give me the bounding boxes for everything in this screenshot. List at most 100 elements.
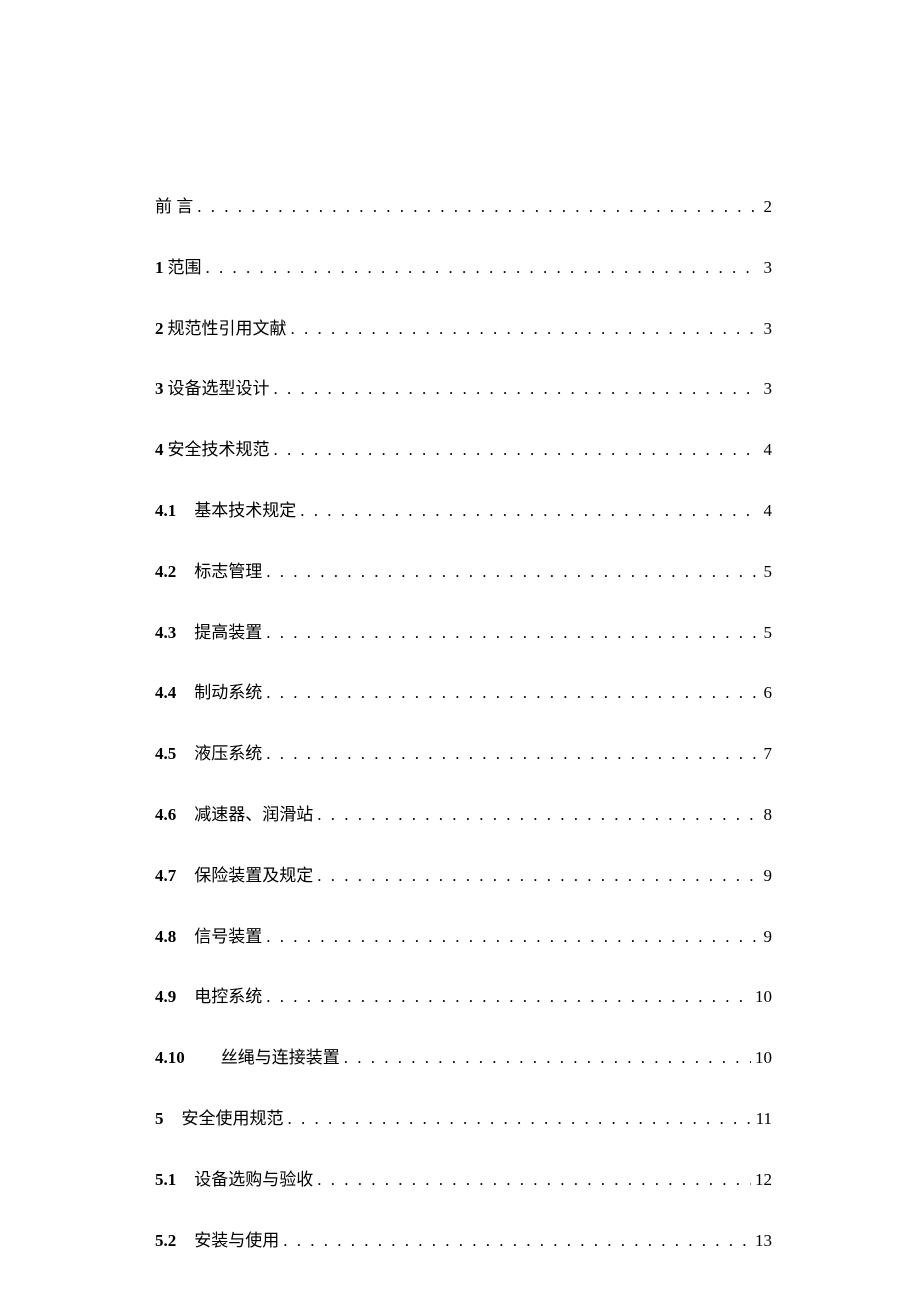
toc-leader-dots <box>266 681 759 705</box>
toc-entry: 2规范性引用文献 3 <box>155 317 772 341</box>
toc-page-number: 5 <box>764 621 773 645</box>
toc-label: 4安全技术规范 <box>155 438 270 462</box>
toc-page-number: 13 <box>755 1229 772 1253</box>
toc-entry: 4.2 标志管理 5 <box>155 560 772 584</box>
toc-label: 前 言 <box>155 195 193 219</box>
toc-leader-dots <box>266 742 759 766</box>
toc-entry: 4安全技术规范4 <box>155 438 772 462</box>
toc-leader-dots <box>206 256 760 280</box>
toc-title: 规范性引用文献 <box>168 319 287 338</box>
toc-label: 4.8 信号装置 <box>155 925 262 949</box>
toc-number: 4.6 <box>155 805 176 824</box>
toc-leader-dots <box>317 1168 751 1192</box>
toc-label: 5.1 设备选购与验收 <box>155 1168 313 1192</box>
toc-label: 4.1 基本技术规定 <box>155 499 296 523</box>
toc-title: 设备选购与验收 <box>194 1170 313 1189</box>
toc-number: 4.8 <box>155 927 176 946</box>
toc-entry: 4.1 基本技术规定 4 <box>155 499 772 523</box>
toc-page-number: 9 <box>764 925 773 949</box>
toc-title: 液压系统 <box>194 744 262 763</box>
toc-leader-dots <box>317 803 759 827</box>
toc-page-number: 11 <box>756 1107 772 1131</box>
toc-page-number: 9 <box>764 864 773 888</box>
toc-title: 丝绳与连接装置 <box>221 1048 340 1067</box>
toc-leader-dots <box>274 377 760 401</box>
toc-page-number: 4 <box>764 499 773 523</box>
toc-entry: 4.10丝绳与连接装置10 <box>155 1046 772 1070</box>
toc-label: 4.10 丝绳与连接装置 <box>155 1046 340 1070</box>
toc-leader-dots <box>288 1107 752 1131</box>
toc-title: 制动系统 <box>194 683 262 702</box>
toc-entry: 4.4 制动系统 6 <box>155 681 772 705</box>
toc-title: 安全使用规范 <box>182 1109 284 1128</box>
toc-number: 4.4 <box>155 683 176 702</box>
toc-page-number: 4 <box>764 438 773 462</box>
toc-page-number: 5 <box>764 560 773 584</box>
toc-label: 4.7 保险装置及规定 <box>155 864 313 888</box>
toc-page-number: 3 <box>764 377 773 401</box>
toc-leader-dots <box>300 499 759 523</box>
toc-title: 减速器、润滑站 <box>194 805 313 824</box>
toc-label: 4.4 制动系统 <box>155 681 262 705</box>
toc-title: 基本技术规定 <box>194 501 296 520</box>
toc-page-number: 12 <box>755 1168 772 1192</box>
toc-title: 前 言 <box>155 197 193 216</box>
toc-entry: 5 安全使用规范 11 <box>155 1107 772 1131</box>
toc-page-number: 6 <box>764 681 773 705</box>
toc-title: 提高装置 <box>194 623 262 642</box>
toc-title: 范围 <box>168 258 202 277</box>
toc-leader-dots <box>274 438 760 462</box>
toc-label: 4.5 液压系统 <box>155 742 262 766</box>
toc-label: 3设备选型设计 <box>155 377 270 401</box>
toc-number: 3 <box>155 379 164 398</box>
toc-page-number: 3 <box>764 256 773 280</box>
toc-entry: 3设备选型设计3 <box>155 377 772 401</box>
toc-page-number: 10 <box>755 985 772 1009</box>
toc-page-number: 3 <box>764 317 773 341</box>
toc-page-number: 2 <box>764 195 773 219</box>
toc-title: 信号装置 <box>194 927 262 946</box>
toc-label: 4.9电控系统 <box>155 985 262 1009</box>
toc-entry: 4.9电控系统 10 <box>155 985 772 1009</box>
toc-number: 4.3 <box>155 623 176 642</box>
toc-page-number: 8 <box>764 803 773 827</box>
toc-label: 4.3 提高装置 <box>155 621 262 645</box>
toc-title: 安装与使用 <box>194 1231 279 1250</box>
toc-entry: 1范围 3 <box>155 256 772 280</box>
toc-number: 4.7 <box>155 866 176 885</box>
toc-entry: 4.3 提高装置 5 <box>155 621 772 645</box>
toc-number: 5 <box>155 1109 164 1128</box>
toc-title: 安全技术规范 <box>168 440 270 459</box>
toc-leader-dots <box>291 317 760 341</box>
toc-title: 设备选型设计 <box>168 379 270 398</box>
toc-number: 5.1 <box>155 1170 176 1189</box>
toc-entry: 5.1 设备选购与验收 12 <box>155 1168 772 1192</box>
toc-number: 2 <box>155 319 164 338</box>
toc-entry: 前 言 2 <box>155 195 772 219</box>
toc-number: 4 <box>155 440 164 459</box>
toc-number: 4.9 <box>155 987 176 1006</box>
toc-number: 4.2 <box>155 562 176 581</box>
toc-label: 5 安全使用规范 <box>155 1107 284 1131</box>
toc-entry: 4.7 保险装置及规定 9 <box>155 864 772 888</box>
toc-title: 保险装置及规定 <box>194 866 313 885</box>
toc-label: 4.2 标志管理 <box>155 560 262 584</box>
toc-leader-dots <box>266 560 759 584</box>
toc-number: 1 <box>155 258 164 277</box>
toc-label: 5.2 安装与使用 <box>155 1229 279 1253</box>
table-of-contents: 前 言21范围32规范性引用文献33设备选型设计34安全技术规范44.1基本技术… <box>155 195 772 1289</box>
toc-leader-dots <box>266 985 751 1009</box>
toc-number: 4.5 <box>155 744 176 763</box>
toc-leader-dots <box>283 1229 751 1253</box>
toc-entry: 5.2 安装与使用 13 <box>155 1229 772 1253</box>
toc-entry: 4.8 信号装置 9 <box>155 925 772 949</box>
toc-number: 5.2 <box>155 1231 176 1250</box>
toc-title: 标志管理 <box>194 562 262 581</box>
toc-number: 4.10 <box>155 1048 185 1067</box>
toc-label: 4.6 减速器、润滑站 <box>155 803 313 827</box>
toc-label: 1范围 <box>155 256 202 280</box>
toc-label: 2规范性引用文献 <box>155 317 287 341</box>
toc-entry: 4.5液压系统7 <box>155 742 772 766</box>
toc-number: 4.1 <box>155 501 176 520</box>
toc-leader-dots <box>344 1046 751 1070</box>
